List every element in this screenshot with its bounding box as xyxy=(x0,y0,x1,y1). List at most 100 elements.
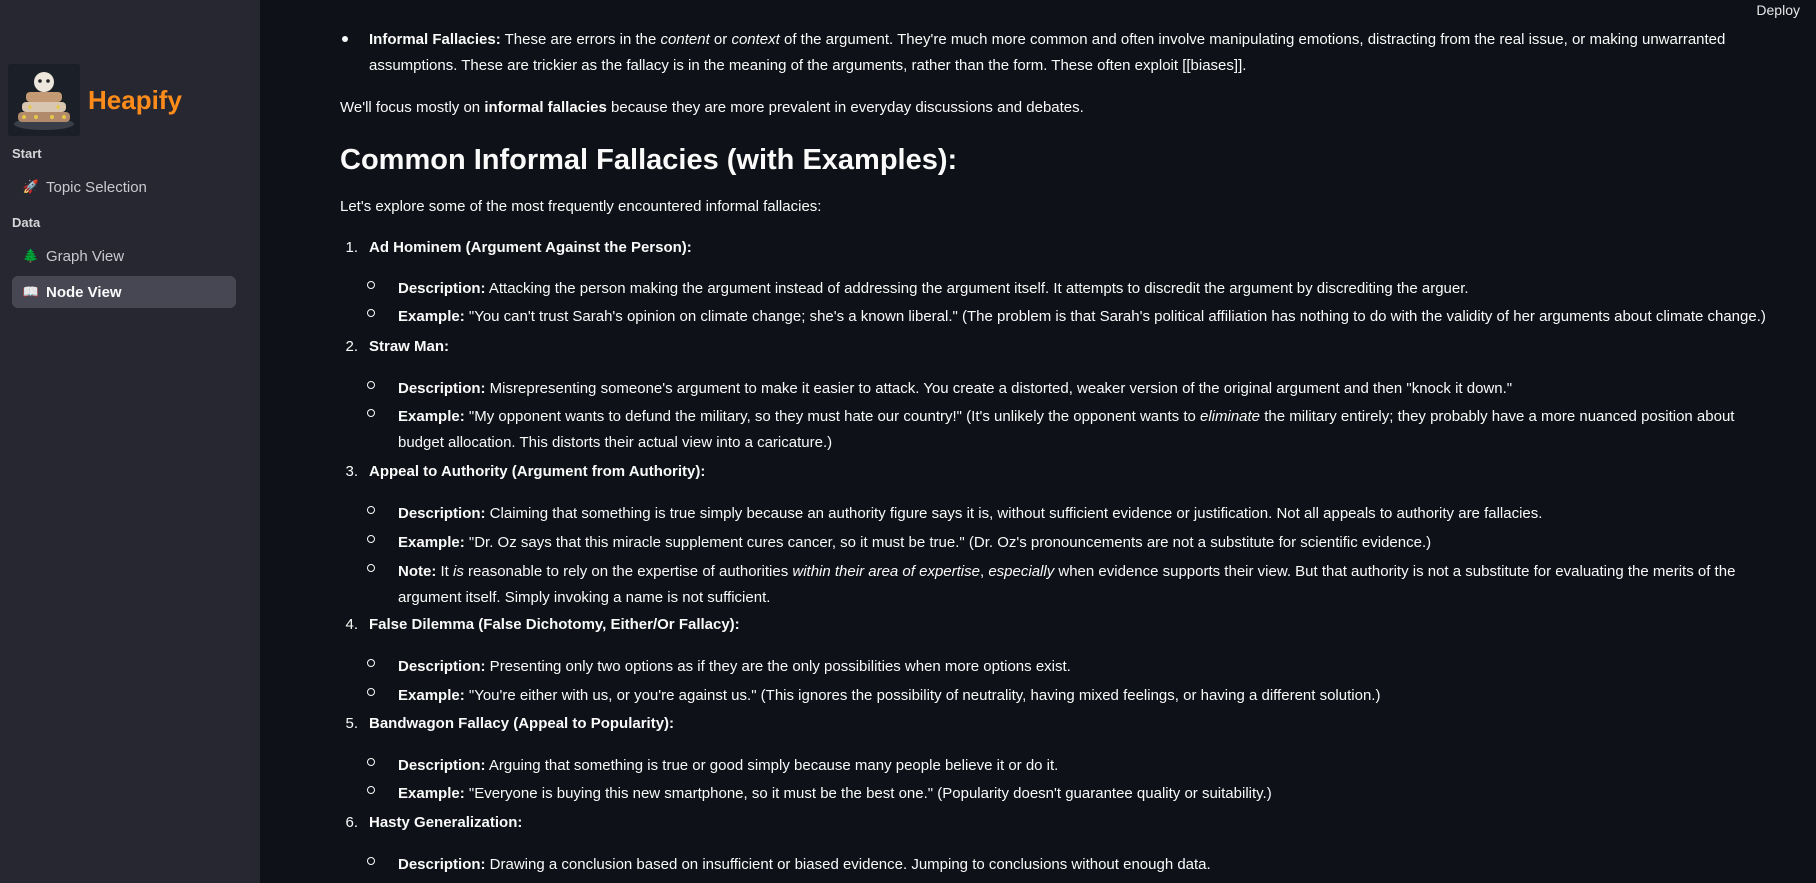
text-em: content xyxy=(660,31,710,48)
list-number: 1. xyxy=(345,239,358,256)
text: These are errors in the xyxy=(500,31,661,48)
nav-item-topic-selection[interactable]: 🚀 Topic Selection xyxy=(12,171,236,203)
label: Description: xyxy=(398,757,486,774)
sub-bullet xyxy=(367,309,375,317)
nav-section-data: Data xyxy=(12,215,41,230)
fallacy-description: Description: Attacking the person making… xyxy=(398,276,1469,302)
label: Example: xyxy=(398,687,465,704)
sidebar: Heapify Start 🚀 Topic Selection Data 🌲 G… xyxy=(0,0,260,883)
sub-bullet xyxy=(367,409,375,417)
intro-bullet-line2: assumptions. These are trickier as the f… xyxy=(369,57,1247,74)
text: We'll focus mostly on xyxy=(340,99,485,116)
text: Presenting only two options as if they a… xyxy=(485,658,1071,675)
fallacy-note-line2: argument itself. Simply invoking a name … xyxy=(398,589,771,606)
fallacy-example: Example: "My opponent wants to defund th… xyxy=(398,404,1734,430)
fallacy-example-line2: budget allocation. This distorts their a… xyxy=(398,434,833,451)
fallacy-title: Straw Man: xyxy=(369,338,450,355)
text-em: eliminate xyxy=(1200,408,1261,425)
fallacy-example: Example: "You can't trust Sarah's opinio… xyxy=(398,304,1766,330)
fallacy-note: Note: It is reasonable to rely on the ex… xyxy=(398,559,1735,585)
sub-bullet xyxy=(367,281,375,289)
book-icon: 📖 xyxy=(22,284,40,299)
sub-bullet xyxy=(367,506,375,514)
text: Arguing that something is true or good s… xyxy=(485,757,1059,774)
label: Description: xyxy=(398,380,486,397)
app-logo-image xyxy=(8,64,80,136)
text-em: is xyxy=(453,563,464,580)
label: Description: xyxy=(398,280,486,297)
deploy-button[interactable]: Deploy xyxy=(1756,2,1800,18)
text-em: especially xyxy=(988,563,1055,580)
text: Claiming that something is true simply b… xyxy=(485,505,1543,522)
nav-item-label: Topic Selection xyxy=(46,178,147,196)
text: "My opponent wants to defund the militar… xyxy=(464,408,1200,425)
text: the military entirely; they probably hav… xyxy=(1260,408,1735,425)
text: "You can't trust Sarah's opinion on clim… xyxy=(464,308,1766,325)
text-em: context xyxy=(731,31,780,48)
text: "Dr. Oz says that this miracle supplemen… xyxy=(464,534,1432,551)
text: or xyxy=(709,31,732,48)
intro-term: Informal Fallacies: xyxy=(369,31,501,48)
fallacy-title: Ad Hominem (Argument Against the Person)… xyxy=(369,239,692,256)
text: "You're either with us, or you're agains… xyxy=(464,687,1381,704)
fallacy-example: Example: "Everyone is buying this new sm… xyxy=(398,781,1272,807)
text: Drawing a conclusion based on insufficie… xyxy=(485,856,1211,873)
label: Description: xyxy=(398,658,486,675)
nav-item-node-view[interactable]: 📖 Node View xyxy=(12,276,236,308)
sub-bullet xyxy=(367,564,375,572)
sub-bullet xyxy=(367,857,375,865)
fallacy-example: Example: "Dr. Oz says that this miracle … xyxy=(398,530,1431,556)
list-number: 6. xyxy=(345,814,358,831)
sub-bullet xyxy=(367,381,375,389)
focus-paragraph: We'll focus mostly on informal fallacies… xyxy=(340,95,1084,121)
fallacy-title: False Dilemma (False Dichotomy, Either/O… xyxy=(369,616,740,633)
label: Example: xyxy=(398,534,465,551)
label: Example: xyxy=(398,408,465,425)
sub-bullet xyxy=(367,758,375,766)
fallacy-example: Example: "You're either with us, or you'… xyxy=(398,683,1380,709)
label: Example: xyxy=(398,308,465,325)
label: Note: xyxy=(398,563,437,580)
fallacy-description: Description: Claiming that something is … xyxy=(398,501,1542,527)
nav-item-label: Graph View xyxy=(46,247,125,265)
tree-icon: 🌲 xyxy=(22,248,40,263)
list-number: 4. xyxy=(345,616,358,633)
text: because they are more prevalent in every… xyxy=(606,99,1084,116)
list-number: 2. xyxy=(345,338,358,355)
text: "Everyone is buying this new smartphone,… xyxy=(464,785,1272,802)
sub-bullet xyxy=(367,659,375,667)
lead-paragraph: Let's explore some of the most frequentl… xyxy=(340,198,822,215)
text-em: within their area of expertise xyxy=(792,563,980,580)
text: of the argument. They're much more commo… xyxy=(779,31,1726,48)
intro-bullet-line1: Informal Fallacies: These are errors in … xyxy=(369,27,1725,53)
list-number: 3. xyxy=(345,463,358,480)
text: when evidence supports their view. But t… xyxy=(1054,563,1736,580)
sub-bullet xyxy=(367,688,375,696)
text: It xyxy=(436,563,453,580)
text: reasonable to rely on the expertise of a… xyxy=(463,563,793,580)
fallacy-description: Description: Arguing that something is t… xyxy=(398,753,1058,779)
fallacy-description: Description: Drawing a conclusion based … xyxy=(398,852,1211,878)
label: Description: xyxy=(398,505,486,522)
app-title: Heapify xyxy=(88,84,182,115)
rocket-icon: 🚀 xyxy=(22,179,40,194)
app-logo-row: Heapify xyxy=(8,64,182,136)
text: Misrepresenting someone's argument to ma… xyxy=(485,380,1513,397)
sub-bullet xyxy=(367,786,375,794)
fallacy-description: Description: Presenting only two options… xyxy=(398,654,1071,680)
label: Example: xyxy=(398,785,465,802)
text: Attacking the person making the argument… xyxy=(485,280,1469,297)
nav-section-start: Start xyxy=(12,146,42,161)
label: Description: xyxy=(398,856,486,873)
fallacy-title: Appeal to Authority (Argument from Autho… xyxy=(369,463,706,480)
fallacy-title: Hasty Generalization: xyxy=(369,814,523,831)
nav-item-graph-view[interactable]: 🌲 Graph View xyxy=(12,240,236,272)
text-strong: informal fallacies xyxy=(484,99,607,116)
sub-bullet xyxy=(367,535,375,543)
nav-item-label: Node View xyxy=(46,283,122,301)
section-heading: Common Informal Fallacies (with Examples… xyxy=(340,144,958,176)
fallacy-title: Bandwagon Fallacy (Appeal to Popularity)… xyxy=(369,715,675,732)
list-number: 5. xyxy=(345,715,358,732)
fallacy-description: Description: Misrepresenting someone's a… xyxy=(398,376,1512,402)
heap-logo-icon xyxy=(8,64,80,136)
